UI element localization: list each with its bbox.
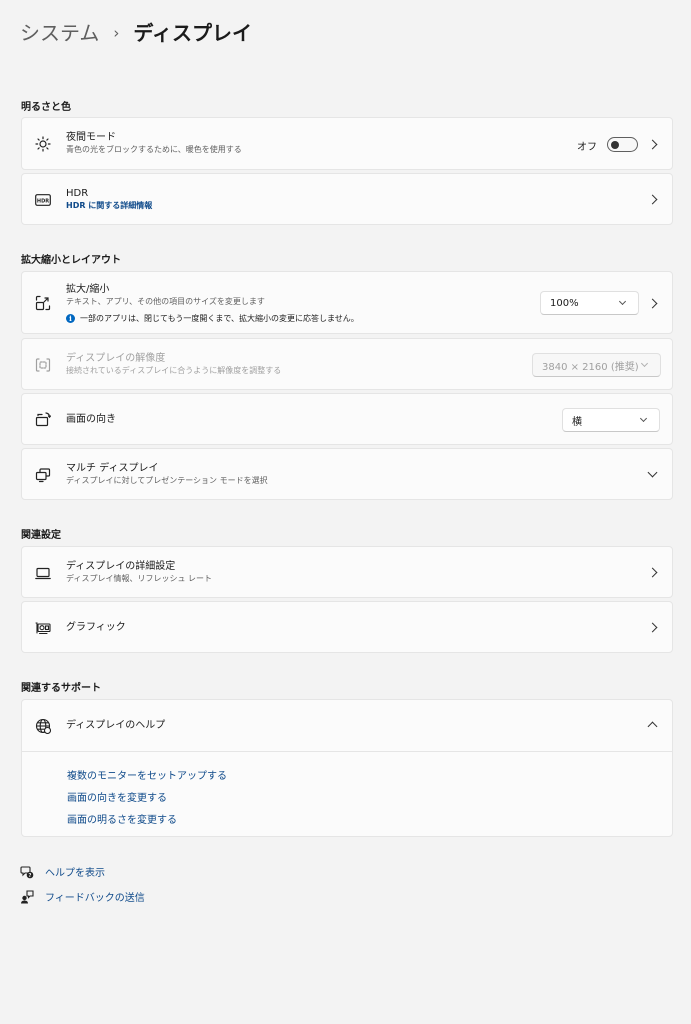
section-title-related: 関連設定	[21, 530, 61, 541]
multi-display-row[interactable]: マルチ ディスプレイ ディスプレイに対してプレゼンテーション モードを選択	[21, 448, 673, 500]
chevron-right-icon	[647, 194, 658, 205]
resolution-dropdown: 3840 × 2160 (推奨)	[532, 353, 661, 377]
multi-display-title: マルチ ディスプレイ	[66, 463, 159, 474]
scale-row[interactable]: 拡大/縮小 テキスト、アプリ、その他の項目のサイズを変更します i 一部のアプリ…	[21, 271, 673, 334]
night-light-row[interactable]: 夜間モード 青色の光をブロックするために、暖色を使用する オフ	[21, 117, 673, 170]
orientation-value: 横	[572, 416, 582, 428]
globe-icon	[35, 718, 51, 734]
send-feedback-link[interactable]: フィードバックの送信	[20, 889, 145, 904]
display-help-header[interactable]: ディスプレイのヘルプ	[22, 700, 672, 751]
svg-text:HDR: HDR	[37, 198, 49, 204]
display-help-card: ディスプレイのヘルプ 複数のモニターをセットアップする 画面の向きを変更する 画…	[21, 699, 673, 837]
orientation-dropdown[interactable]: 横	[562, 408, 660, 432]
scale-value: 100%	[550, 297, 579, 309]
resolution-icon	[35, 357, 51, 373]
svg-text:?: ?	[29, 872, 32, 878]
send-feedback-label: フィードバックの送信	[45, 893, 145, 904]
gpu-icon	[35, 620, 51, 636]
scale-icon	[35, 295, 51, 311]
scale-dropdown[interactable]: 100%	[540, 291, 639, 315]
feedback-icon	[20, 889, 34, 904]
get-help-link[interactable]: ? ヘルプを表示	[20, 864, 105, 879]
breadcrumb-system[interactable]: システム	[20, 18, 99, 48]
chevron-right-icon	[647, 298, 658, 309]
section-title-scale-layout: 拡大縮小とレイアウト	[21, 255, 121, 266]
night-light-state: オフ	[577, 142, 597, 153]
page-title: ディスプレイ	[133, 21, 253, 45]
toggle-knob	[611, 141, 619, 149]
resolution-title: ディスプレイの解像度	[66, 353, 166, 364]
info-icon: i	[66, 314, 75, 323]
breadcrumb-separator: ›	[113, 24, 120, 42]
chevron-up-icon	[647, 721, 658, 732]
graphics-title: グラフィック	[66, 622, 126, 633]
laptop-icon	[35, 565, 51, 581]
divider	[22, 751, 672, 752]
hdr-row[interactable]: HDR HDR HDR に関する詳細情報	[21, 173, 673, 225]
scale-subtitle: テキスト、アプリ、その他の項目のサイズを変更します	[66, 297, 265, 306]
get-help-label: ヘルプを表示	[45, 868, 105, 879]
advanced-display-row[interactable]: ディスプレイの詳細設定 ディスプレイ情報、リフレッシュ レート	[21, 546, 673, 598]
display-help-title: ディスプレイのヘルプ	[66, 720, 166, 731]
orientation-icon	[35, 412, 51, 428]
help-link-orientation[interactable]: 画面の向きを変更する	[67, 789, 167, 804]
multi-display-subtitle: ディスプレイに対してプレゼンテーション モードを選択	[66, 476, 268, 485]
settings-page: システム › ディスプレイ 明るさと色 夜間モード 青色の光をブロックするために…	[0, 0, 691, 1024]
scale-info-text: 一部のアプリは、閉じてもう一度開くまで、拡大縮小の変更に応答しません。	[80, 314, 359, 323]
night-light-toggle[interactable]	[607, 137, 638, 152]
chevron-right-icon	[647, 622, 658, 633]
chevron-right-icon	[647, 139, 658, 150]
orientation-title: 画面の向き	[66, 414, 116, 425]
hdr-icon: HDR	[35, 192, 51, 208]
resolution-subtitle: 接続されているディスプレイに合うように解像度を調整する	[66, 366, 282, 375]
advanced-display-title: ディスプレイの詳細設定	[66, 561, 176, 572]
resolution-row: ディスプレイの解像度 接続されているディスプレイに合うように解像度を調整する 3…	[21, 338, 673, 390]
section-title-brightness: 明るさと色	[21, 102, 71, 113]
multi-display-icon	[35, 467, 51, 483]
resolution-value: 3840 × 2160 (推奨)	[542, 361, 639, 373]
help-chat-icon: ?	[20, 865, 34, 879]
help-link-multiple-monitors[interactable]: 複数のモニターをセットアップする	[67, 767, 227, 782]
chevron-right-icon	[647, 567, 658, 578]
section-title-support: 関連するサポート	[21, 683, 101, 694]
sun-icon	[35, 136, 51, 152]
graphics-row[interactable]: グラフィック	[21, 601, 673, 653]
chevron-down-icon	[639, 414, 648, 423]
chevron-down-icon	[640, 359, 649, 368]
scale-title: 拡大/縮小	[66, 284, 110, 295]
help-link-brightness[interactable]: 画面の明るさを変更する	[67, 811, 177, 826]
orientation-row: 画面の向き 横	[21, 393, 673, 445]
advanced-display-subtitle: ディスプレイ情報、リフレッシュ レート	[66, 574, 212, 583]
chevron-down-icon	[647, 467, 658, 478]
night-light-title: 夜間モード	[66, 132, 116, 143]
breadcrumb: システム › ディスプレイ	[20, 18, 252, 48]
chevron-down-icon	[618, 297, 627, 306]
hdr-learn-more-link[interactable]: HDR に関する詳細情報	[66, 200, 152, 212]
scale-info-line: i 一部のアプリは、閉じてもう一度開くまで、拡大縮小の変更に応答しません。	[66, 313, 359, 324]
hdr-title: HDR	[66, 188, 89, 199]
night-light-subtitle: 青色の光をブロックするために、暖色を使用する	[66, 145, 242, 154]
